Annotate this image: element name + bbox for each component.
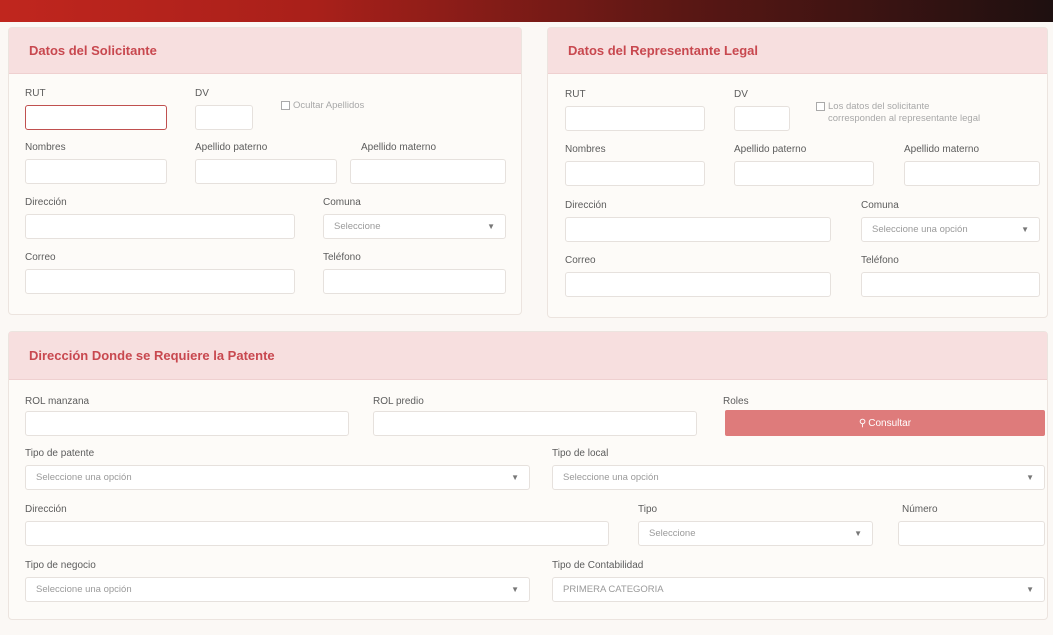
rep-nombres-input[interactable] xyxy=(565,161,705,186)
rol-manzana-input[interactable] xyxy=(25,411,349,436)
nombres-label: Nombres xyxy=(25,142,66,153)
rep-dv-input[interactable] xyxy=(734,106,790,131)
numero-label: Número xyxy=(902,504,938,515)
tipo-select-value: Seleccione xyxy=(649,528,696,539)
mismo-representante-line1: Los datos del solicitante xyxy=(828,101,930,112)
comuna-select[interactable]: Seleccione ▼ xyxy=(323,214,506,239)
consultar-label: Consultar xyxy=(868,417,912,429)
tipo-select[interactable]: Seleccione ▼ xyxy=(638,521,873,546)
patente-card: Dirección Donde se Requiere la Patente R… xyxy=(8,331,1048,620)
direccion-input[interactable] xyxy=(25,214,295,239)
tipo-contabilidad-select[interactable]: PRIMERA CATEGORIA ▼ xyxy=(552,577,1045,602)
chevron-down-icon: ▼ xyxy=(1026,473,1034,482)
tipo-negocio-select[interactable]: Seleccione una opción ▼ xyxy=(25,577,530,602)
tipo-patente-value: Seleccione una opción xyxy=(36,472,132,483)
tipo-label: Tipo xyxy=(638,504,658,515)
checkbox-box[interactable] xyxy=(281,101,290,110)
comuna-label: Comuna xyxy=(323,197,361,208)
dv-label: DV xyxy=(195,88,209,99)
rep-apellido-materno-input[interactable] xyxy=(904,161,1040,186)
correo-input[interactable] xyxy=(25,269,295,294)
chevron-down-icon: ▼ xyxy=(511,473,519,482)
rep-comuna-label: Comuna xyxy=(861,200,899,211)
chevron-down-icon: ▼ xyxy=(1021,225,1029,234)
patente-direccion-label: Dirección xyxy=(25,504,67,515)
tipo-negocio-value: Seleccione una opción xyxy=(36,584,132,595)
apellido-paterno-label: Apellido paterno xyxy=(195,142,268,153)
roles-label: Roles xyxy=(723,396,749,407)
mismo-representante-line2: corresponden al representante legal xyxy=(828,113,981,124)
mismo-representante-text: Los datos del solicitante corresponden a… xyxy=(828,101,980,125)
apellido-paterno-input[interactable] xyxy=(195,159,337,184)
search-icon: ⚲ xyxy=(858,417,867,429)
rut-label: RUT xyxy=(25,88,46,99)
rep-direccion-label: Dirección xyxy=(565,200,607,211)
tipo-contabilidad-label: Tipo de Contabilidad xyxy=(552,560,644,571)
rep-telefono-input[interactable] xyxy=(861,272,1040,297)
rep-apellido-materno-label: Apellido materno xyxy=(904,144,980,155)
representante-header: Datos del Representante Legal xyxy=(548,28,1047,74)
rep-dv-label: DV xyxy=(734,89,748,100)
tipo-local-label: Tipo de local xyxy=(552,448,609,459)
rep-direccion-input[interactable] xyxy=(565,217,831,242)
correo-label: Correo xyxy=(25,252,56,263)
nombres-input[interactable] xyxy=(25,159,167,184)
representante-card: Datos del Representante Legal RUT DV Los… xyxy=(547,27,1048,318)
numero-input[interactable] xyxy=(898,521,1045,546)
solicitante-header: Datos del Solicitante xyxy=(9,28,521,74)
solicitante-title: Datos del Solicitante xyxy=(29,43,157,58)
consultar-button[interactable]: ⚲ Consultar xyxy=(725,410,1045,436)
rut-input[interactable] xyxy=(25,105,167,130)
ocultar-apellidos-checkbox[interactable]: Ocultar Apellidos xyxy=(281,100,364,112)
tipo-negocio-label: Tipo de negocio xyxy=(25,560,96,571)
apellido-materno-label: Apellido materno xyxy=(361,142,437,153)
rep-correo-input[interactable] xyxy=(565,272,831,297)
comuna-select-value: Seleccione xyxy=(334,221,381,232)
apellido-materno-input[interactable] xyxy=(350,159,506,184)
patente-direccion-input[interactable] xyxy=(25,521,609,546)
representante-title: Datos del Representante Legal xyxy=(568,43,758,58)
rep-rut-label: RUT xyxy=(565,89,586,100)
rol-predio-input[interactable] xyxy=(373,411,697,436)
patente-title: Dirección Donde se Requiere la Patente xyxy=(29,348,275,363)
tipo-local-select[interactable]: Seleccione una opción ▼ xyxy=(552,465,1045,490)
rep-correo-label: Correo xyxy=(565,255,596,266)
rep-nombres-label: Nombres xyxy=(565,144,606,155)
chevron-down-icon: ▼ xyxy=(1026,585,1034,594)
rep-comuna-select[interactable]: Seleccione una opción ▼ xyxy=(861,217,1040,242)
tipo-contabilidad-value: PRIMERA CATEGORIA xyxy=(563,584,664,595)
rep-comuna-select-value: Seleccione una opción xyxy=(872,224,968,235)
rep-rut-input[interactable] xyxy=(565,106,705,131)
rol-manzana-label: ROL manzana xyxy=(25,396,90,407)
chevron-down-icon: ▼ xyxy=(487,222,495,231)
dv-input[interactable] xyxy=(195,105,253,130)
direccion-label: Dirección xyxy=(25,197,67,208)
tipo-patente-select[interactable]: Seleccione una opción ▼ xyxy=(25,465,530,490)
mismo-representante-checkbox[interactable]: Los datos del solicitante corresponden a… xyxy=(816,101,980,125)
tipo-patente-label: Tipo de patente xyxy=(25,448,95,459)
solicitante-card: Datos del Solicitante RUT DV Ocultar Ape… xyxy=(8,27,522,315)
patente-header: Dirección Donde se Requiere la Patente xyxy=(9,332,1047,380)
checkbox-box[interactable] xyxy=(816,102,825,111)
rep-apellido-paterno-label: Apellido paterno xyxy=(734,144,807,155)
chevron-down-icon: ▼ xyxy=(511,585,519,594)
rep-telefono-label: Teléfono xyxy=(861,255,899,266)
telefono-input[interactable] xyxy=(323,269,506,294)
rep-apellido-paterno-input[interactable] xyxy=(734,161,874,186)
telefono-label: Teléfono xyxy=(323,252,361,263)
chevron-down-icon: ▼ xyxy=(854,529,862,538)
tipo-local-value: Seleccione una opción xyxy=(563,472,659,483)
top-header-bar xyxy=(0,0,1053,22)
rol-predio-label: ROL predio xyxy=(373,396,424,407)
ocultar-apellidos-label: Ocultar Apellidos xyxy=(293,100,365,111)
